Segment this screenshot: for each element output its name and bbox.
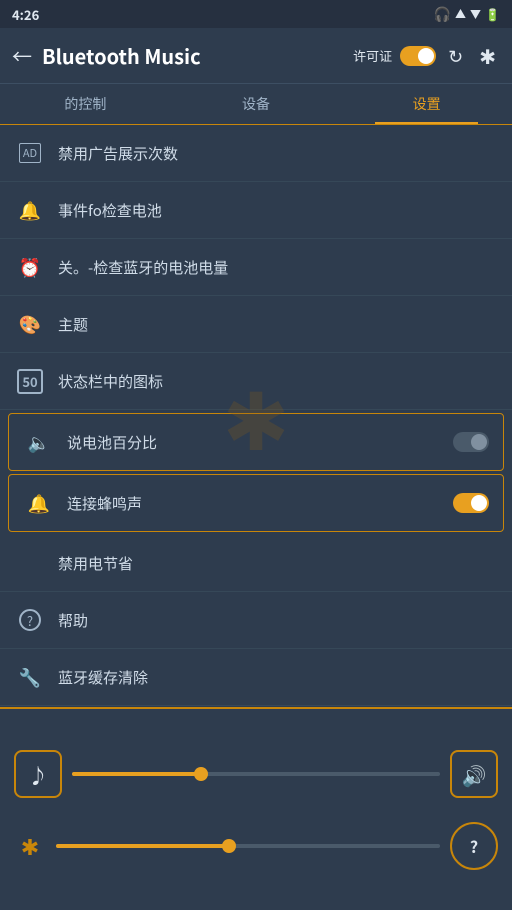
bottom-controls: ♪ 🔊 ✱ ? xyxy=(0,710,512,910)
music-note-icon: ♪ xyxy=(28,760,48,789)
volume-button[interactable]: 🔊 xyxy=(450,750,498,798)
statusbar-icon: 50 xyxy=(14,365,46,397)
help-icon: ? xyxy=(14,604,46,636)
clock-icon: ⏰ xyxy=(14,251,46,283)
music-slider-thumb[interactable] xyxy=(194,767,208,781)
signal-icon: ▲ xyxy=(455,6,466,22)
tab-settings[interactable]: 设置 xyxy=(341,84,512,124)
page-title: Bluetooth Music xyxy=(42,41,353,70)
status-time: 4:26 xyxy=(12,5,39,24)
tab-bar: 的控制 设备 设置 xyxy=(0,84,512,125)
refresh-icon[interactable]: ↻ xyxy=(444,41,467,71)
bell-icon: 🔔 xyxy=(23,487,55,519)
tab-devices[interactable]: 设备 xyxy=(171,84,342,124)
music-slider-row: ♪ 🔊 xyxy=(0,738,512,810)
back-button[interactable]: ← xyxy=(12,41,32,70)
event-icon: 🔔 xyxy=(14,194,46,226)
separator-line xyxy=(0,707,512,709)
say-battery-toggle[interactable] xyxy=(453,432,489,452)
headphone-icon: 🎧 xyxy=(434,4,451,24)
help-circle-button[interactable]: ? xyxy=(450,822,498,870)
disable-ads-label: 禁用广告展示次数 xyxy=(58,143,498,164)
bt-cache-clear-label: 蓝牙缓存清除 xyxy=(58,667,498,688)
say-battery-label: 说电池百分比 xyxy=(67,432,453,453)
permission-label: 许可证 xyxy=(353,46,392,65)
setting-say-battery[interactable]: 🔈 说电池百分比 xyxy=(9,414,503,470)
connect-beep-toggle[interactable] xyxy=(453,493,489,513)
status-icons: 🎧 ▲ ▼ 🔋 xyxy=(434,4,500,24)
music-slider-track[interactable] xyxy=(72,772,440,776)
setting-connect-beep-container: 🔔 连接蜂鸣声 xyxy=(8,474,504,532)
battery-icon: 🔋 xyxy=(485,6,500,23)
setting-help[interactable]: ? 帮助 xyxy=(0,592,512,649)
app-header: ← Bluetooth Music 许可证 ↻ ✱ xyxy=(0,28,512,84)
setting-disable-ads[interactable]: AD 禁用广告展示次数 xyxy=(0,125,512,182)
bluetooth-slider-row: ✱ ? xyxy=(0,810,512,882)
bluetooth-header-icon[interactable]: ✱ xyxy=(475,39,500,72)
event-battery-label: 事件fo检查电池 xyxy=(58,200,498,221)
check-bt-battery-label: 关。-检查蓝牙的电池电量 xyxy=(58,257,498,278)
setting-bt-cache-clear[interactable]: 🔧 蓝牙缓存清除 xyxy=(0,649,512,706)
speaker-icon: 🔈 xyxy=(23,426,55,458)
setting-permissions[interactable]: 📍 权限 xyxy=(0,706,512,707)
bluetooth-icon: ✱ xyxy=(14,830,46,862)
theme-label: 主题 xyxy=(58,314,498,335)
power-icon xyxy=(14,547,46,579)
disable-power-save-label: 禁用电节省 xyxy=(58,553,498,574)
setting-connect-beep[interactable]: 🔔 连接蜂鸣声 xyxy=(9,475,503,531)
connect-beep-label: 连接蜂鸣声 xyxy=(67,493,453,514)
volume-icon: 🔊 xyxy=(462,760,487,789)
permission-toggle[interactable] xyxy=(400,46,436,66)
setting-theme[interactable]: 🎨 主题 xyxy=(0,296,512,353)
setting-check-bt-battery[interactable]: ⏰ 关。-检查蓝牙的电池电量 xyxy=(0,239,512,296)
setting-disable-power-save[interactable]: 禁用电节省 xyxy=(0,535,512,592)
header-actions: 许可证 ↻ ✱ xyxy=(353,39,500,72)
status-bar: 4:26 🎧 ▲ ▼ 🔋 xyxy=(0,0,512,28)
setting-statusbar-icons[interactable]: 50 状态栏中的图标 xyxy=(0,353,512,410)
music-button[interactable]: ♪ xyxy=(14,750,62,798)
settings-content: ✱ AD 禁用广告展示次数 🔔 事件fo检查电池 ⏰ 关。-检查蓝牙的电池电量 … xyxy=(0,125,512,707)
ads-icon: AD xyxy=(14,137,46,169)
wifi-icon: ▼ xyxy=(470,6,481,22)
bluetooth-slider-thumb[interactable] xyxy=(222,839,236,853)
theme-icon: 🎨 xyxy=(14,308,46,340)
setting-say-battery-container: 🔈 说电池百分比 xyxy=(8,413,504,471)
wrench-icon: 🔧 xyxy=(14,661,46,693)
bluetooth-slider-track[interactable] xyxy=(56,844,440,848)
bluetooth-slider-fill xyxy=(56,844,229,848)
tab-controls[interactable]: 的控制 xyxy=(0,84,171,124)
setting-event-battery[interactable]: 🔔 事件fo检查电池 xyxy=(0,182,512,239)
music-slider-fill xyxy=(72,772,201,776)
statusbar-icons-label: 状态栏中的图标 xyxy=(58,371,498,392)
help-circle-icon: ? xyxy=(470,834,478,858)
help-label: 帮助 xyxy=(58,610,498,631)
